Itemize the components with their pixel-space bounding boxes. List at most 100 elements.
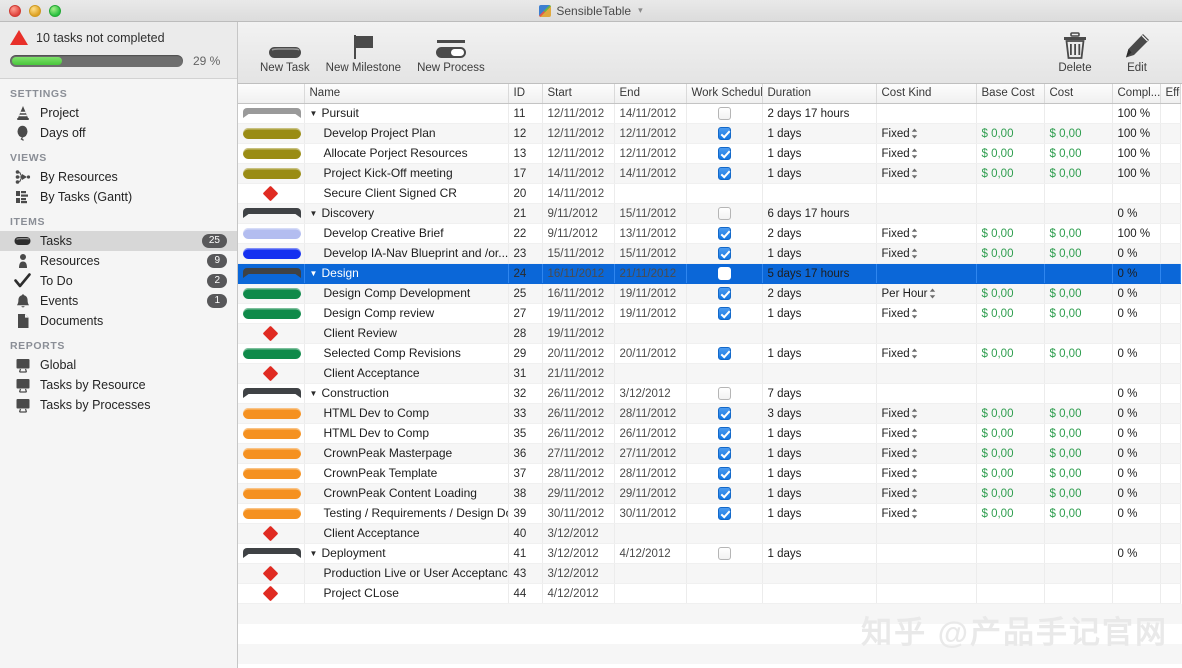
- table-row[interactable]: ▼Construction3226/11/20123/12/20127 days…: [238, 383, 1180, 403]
- table-row[interactable]: Testing / Requirements / Design Docs3930…: [238, 503, 1180, 523]
- column-header-duration[interactable]: Duration: [762, 84, 876, 103]
- work-schedule-cell[interactable]: [686, 523, 762, 543]
- table-row[interactable]: CrownPeak Template3728/11/201228/11/2012…: [238, 463, 1180, 483]
- cost-kind-stepper-icon[interactable]: [911, 448, 918, 459]
- column-header-effort[interactable]: Effo: [1160, 84, 1180, 103]
- cost-kind-cell[interactable]: Fixed: [876, 403, 976, 423]
- task-name-cell[interactable]: Develop Project Plan: [304, 123, 508, 143]
- sidebar-item-tasks[interactable]: Tasks25: [0, 231, 237, 251]
- cost-kind-cell[interactable]: [876, 563, 976, 583]
- cost-kind-stepper-icon[interactable]: [911, 228, 918, 239]
- task-name-cell[interactable]: Client Review: [304, 323, 508, 343]
- sidebar-item-days-off[interactable]: Days off: [0, 123, 237, 143]
- sidebar-item-global[interactable]: Global: [0, 355, 237, 375]
- cost-kind-cell[interactable]: Fixed: [876, 143, 976, 163]
- column-header-id[interactable]: ID: [508, 84, 542, 103]
- work-schedule-cell[interactable]: [686, 363, 762, 383]
- disclosure-triangle-icon[interactable]: ▼: [310, 389, 320, 398]
- cost-kind-cell[interactable]: Per Hour: [876, 283, 976, 303]
- task-name-cell[interactable]: CrownPeak Content Loading: [304, 483, 508, 503]
- task-name-cell[interactable]: Selected Comp Revisions: [304, 343, 508, 363]
- work-schedule-cell[interactable]: [686, 543, 762, 563]
- disclosure-triangle-icon[interactable]: ▼: [310, 109, 320, 118]
- column-header-completion[interactable]: Compl...: [1112, 84, 1160, 103]
- table-row[interactable]: HTML Dev to Comp3526/11/201226/11/20121 …: [238, 423, 1180, 443]
- chevron-down-icon[interactable]: ▾: [638, 5, 643, 16]
- new-process-button[interactable]: New Process: [409, 25, 493, 81]
- cost-kind-cell[interactable]: [876, 363, 976, 383]
- cost-kind-cell[interactable]: [876, 523, 976, 543]
- task-name-cell[interactable]: ▼Construction: [304, 383, 508, 403]
- cost-kind-stepper-icon[interactable]: [911, 408, 918, 419]
- cost-kind-cell[interactable]: [876, 323, 976, 343]
- table-row[interactable]: Client Acceptance403/12/2012: [238, 523, 1180, 543]
- work-schedule-cell[interactable]: [686, 303, 762, 323]
- work-schedule-checkbox[interactable]: [718, 307, 731, 320]
- cost-kind-stepper-icon[interactable]: [911, 148, 918, 159]
- table-row[interactable]: Client Acceptance3121/11/2012: [238, 363, 1180, 383]
- work-schedule-cell[interactable]: [686, 503, 762, 523]
- sidebar-item-events[interactable]: Events1: [0, 291, 237, 311]
- cost-kind-cell[interactable]: Fixed: [876, 423, 976, 443]
- work-schedule-checkbox[interactable]: [718, 387, 731, 400]
- sidebar-item-by-tasks-gantt[interactable]: By Tasks (Gantt): [0, 187, 237, 207]
- table-row[interactable]: CrownPeak Masterpage3627/11/201227/11/20…: [238, 443, 1180, 463]
- sidebar-item-resources[interactable]: Resources9: [0, 251, 237, 271]
- task-name-cell[interactable]: Project Kick-Off meeting: [304, 163, 508, 183]
- table-row[interactable]: Project CLose444/12/2012: [238, 583, 1180, 603]
- cost-kind-cell[interactable]: Fixed: [876, 483, 976, 503]
- work-schedule-cell[interactable]: [686, 403, 762, 423]
- table-row[interactable]: ▼Deployment413/12/20124/12/20121 days0 %: [238, 543, 1180, 563]
- cost-kind-cell[interactable]: Fixed: [876, 123, 976, 143]
- work-schedule-cell[interactable]: [686, 283, 762, 303]
- table-row[interactable]: CrownPeak Content Loading3829/11/201229/…: [238, 483, 1180, 503]
- column-header-work_schedule[interactable]: Work Schedule: [686, 84, 762, 103]
- column-header-end[interactable]: End: [614, 84, 686, 103]
- work-schedule-checkbox[interactable]: [718, 267, 731, 280]
- cost-kind-cell[interactable]: Fixed: [876, 163, 976, 183]
- task-name-cell[interactable]: CrownPeak Masterpage: [304, 443, 508, 463]
- table-row[interactable]: Develop Project Plan1212/11/201212/11/20…: [238, 123, 1180, 143]
- work-schedule-cell[interactable]: [686, 143, 762, 163]
- column-header-base_cost[interactable]: Base Cost: [976, 84, 1044, 103]
- zoom-button[interactable]: [49, 5, 61, 17]
- work-schedule-checkbox[interactable]: [718, 247, 731, 260]
- column-header-name[interactable]: Name: [304, 84, 508, 103]
- work-schedule-cell[interactable]: [686, 323, 762, 343]
- disclosure-triangle-icon[interactable]: ▼: [310, 549, 320, 558]
- cost-kind-cell[interactable]: Fixed: [876, 503, 976, 523]
- cost-kind-cell[interactable]: Fixed: [876, 463, 976, 483]
- close-button[interactable]: [9, 5, 21, 17]
- task-name-cell[interactable]: ▼Discovery: [304, 203, 508, 223]
- work-schedule-checkbox[interactable]: [718, 427, 731, 440]
- task-name-cell[interactable]: Develop Creative Brief: [304, 223, 508, 243]
- task-name-cell[interactable]: ▼Design: [304, 263, 508, 283]
- disclosure-triangle-icon[interactable]: ▼: [310, 209, 320, 218]
- table-row[interactable]: Selected Comp Revisions2920/11/201220/11…: [238, 343, 1180, 363]
- work-schedule-cell[interactable]: [686, 183, 762, 203]
- table-row[interactable]: Allocate Porject Resources1312/11/201212…: [238, 143, 1180, 163]
- edit-button[interactable]: Edit: [1106, 25, 1168, 81]
- task-name-cell[interactable]: Design Comp review: [304, 303, 508, 323]
- work-schedule-checkbox[interactable]: [718, 487, 731, 500]
- table-row[interactable]: Client Review2819/11/2012: [238, 323, 1180, 343]
- task-name-cell[interactable]: Develop IA-Nav Blueprint and /or...: [304, 243, 508, 263]
- table-row[interactable]: ▼Design2416/11/201221/11/20125 days 17 h…: [238, 263, 1180, 283]
- task-name-cell[interactable]: Secure Client Signed CR: [304, 183, 508, 203]
- cost-kind-cell[interactable]: Fixed: [876, 443, 976, 463]
- sidebar-item-tasks-by-resource[interactable]: Tasks by Resource: [0, 375, 237, 395]
- cost-kind-cell[interactable]: [876, 183, 976, 203]
- cost-kind-cell[interactable]: [876, 583, 976, 603]
- work-schedule-cell[interactable]: [686, 243, 762, 263]
- cost-kind-cell[interactable]: Fixed: [876, 303, 976, 323]
- task-name-cell[interactable]: Design Comp Development: [304, 283, 508, 303]
- cost-kind-stepper-icon[interactable]: [911, 488, 918, 499]
- work-schedule-cell[interactable]: [686, 263, 762, 283]
- cost-kind-cell[interactable]: Fixed: [876, 343, 976, 363]
- new-milestone-button[interactable]: New Milestone: [318, 25, 409, 81]
- table-row[interactable]: Develop Creative Brief229/11/201213/11/2…: [238, 223, 1180, 243]
- work-schedule-cell[interactable]: [686, 343, 762, 363]
- cost-kind-cell[interactable]: Fixed: [876, 223, 976, 243]
- table-row[interactable]: ▼Pursuit1112/11/201214/11/20122 days 17 …: [238, 103, 1180, 123]
- task-name-cell[interactable]: ▼Pursuit: [304, 103, 508, 123]
